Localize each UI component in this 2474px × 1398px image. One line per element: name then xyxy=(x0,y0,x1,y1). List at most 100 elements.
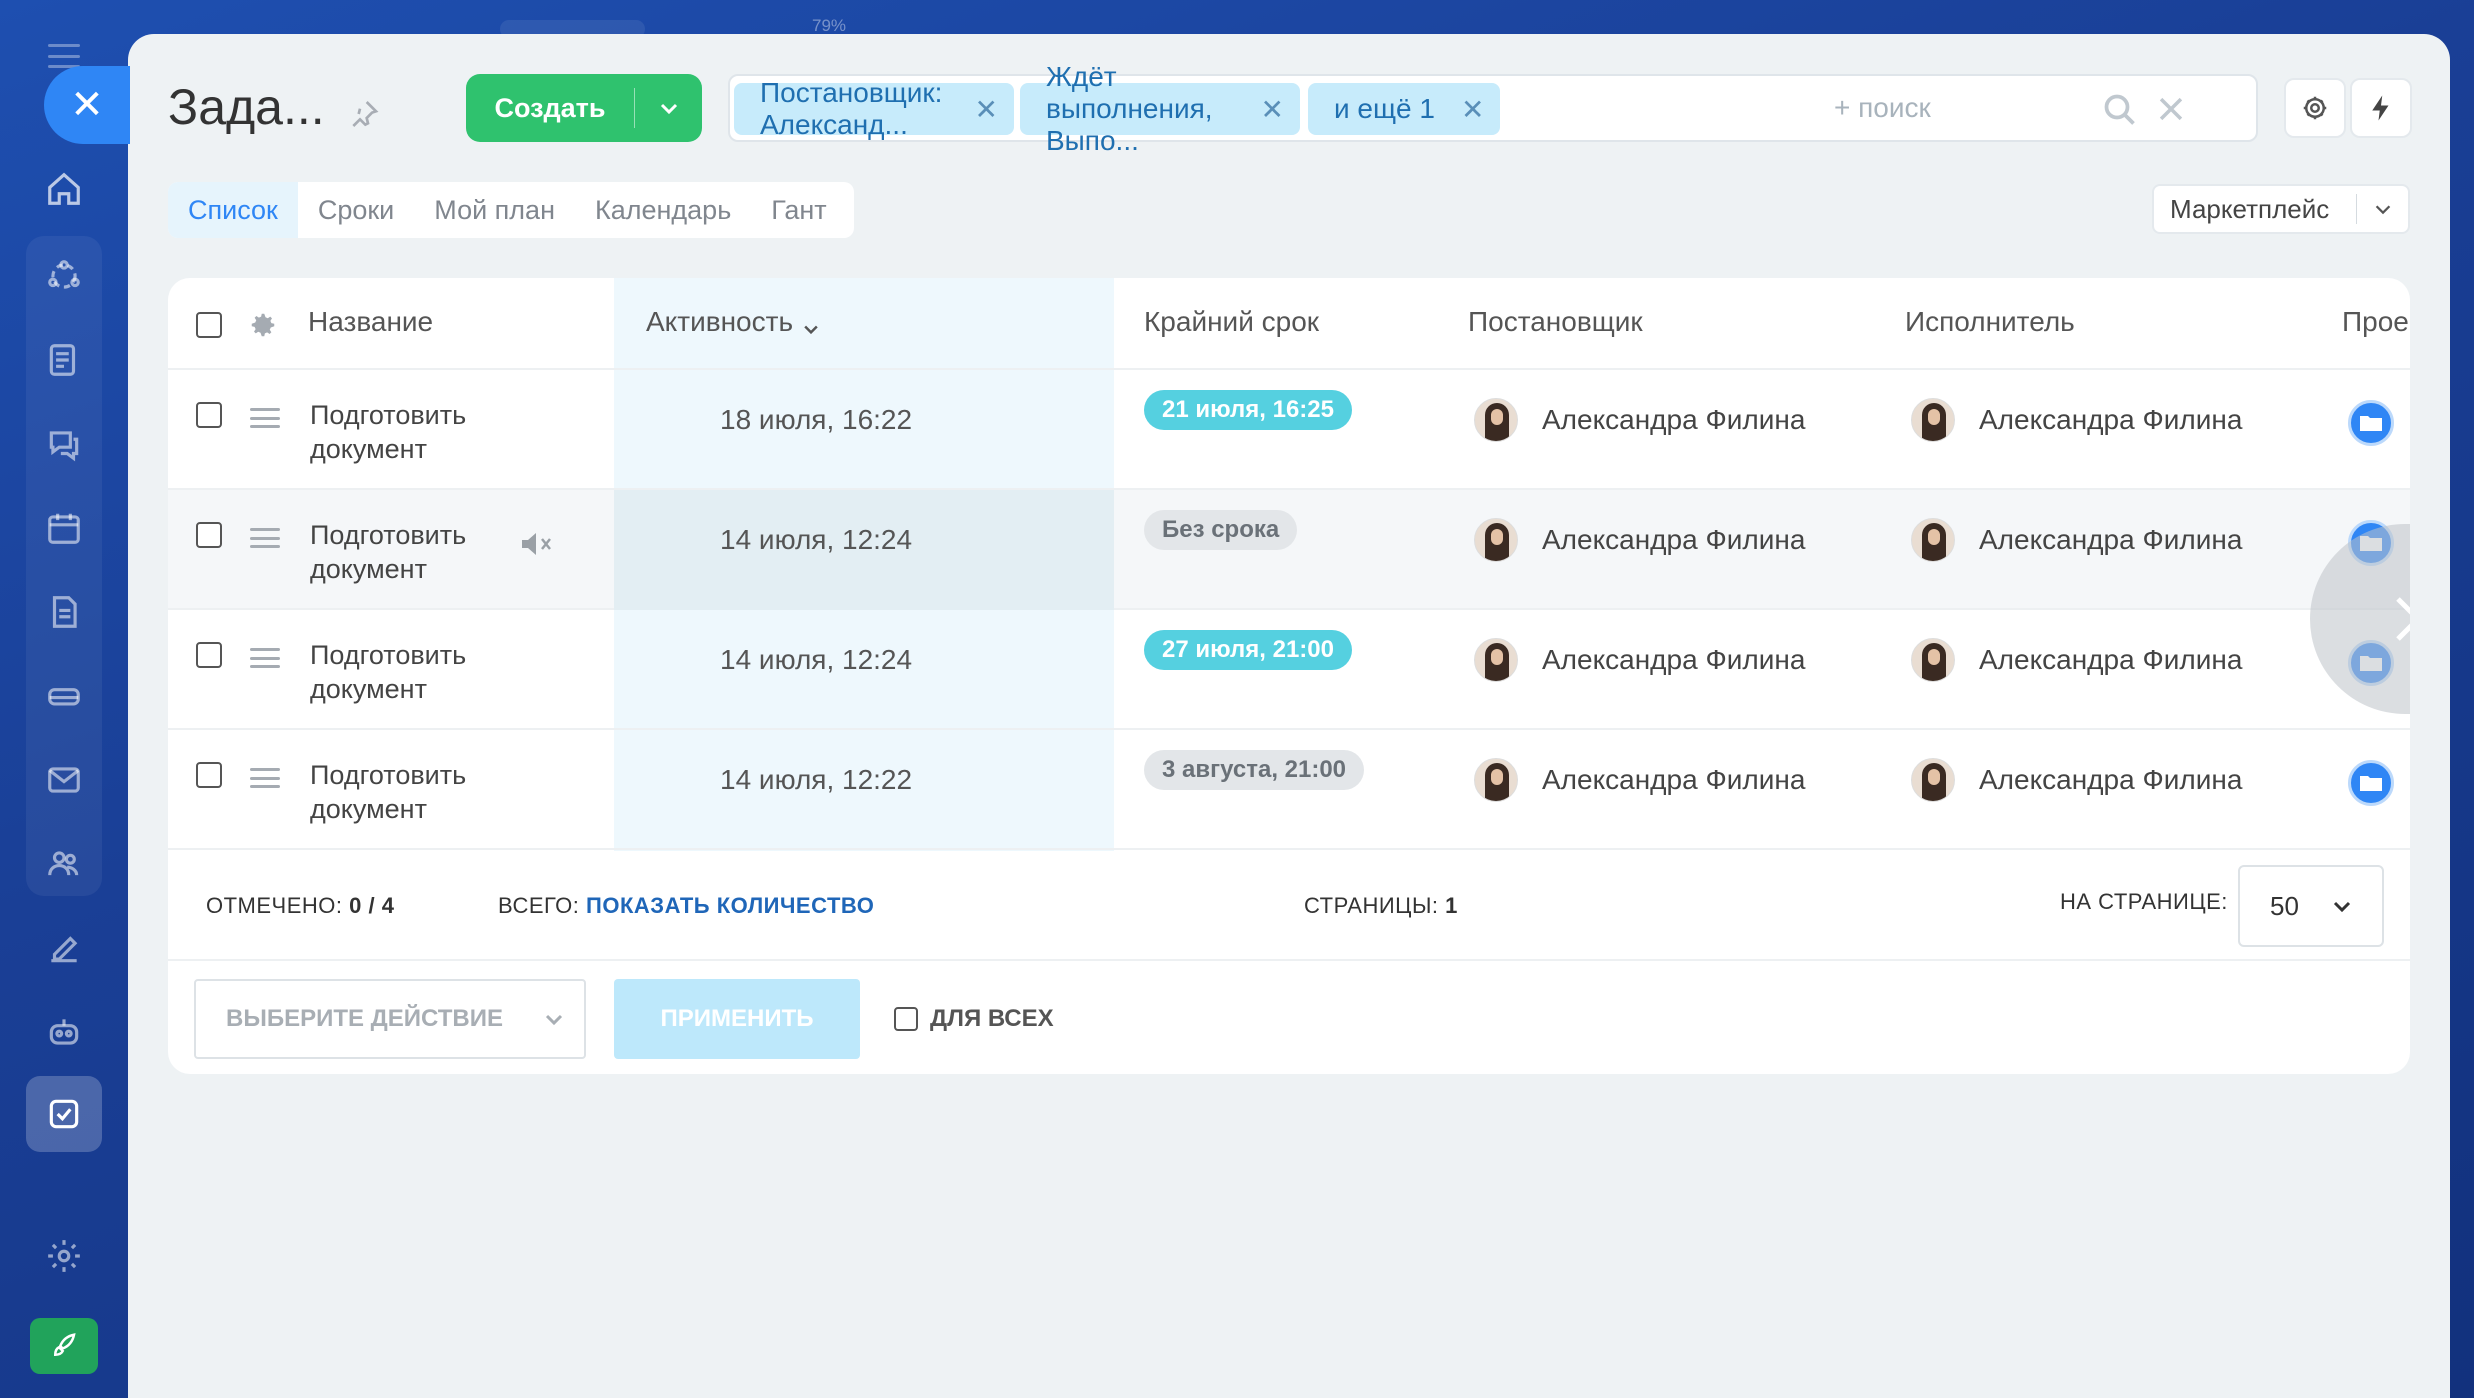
search-icon[interactable] xyxy=(2102,92,2138,128)
selected-label: ОТМЕЧЕНО: xyxy=(206,893,343,918)
table-row[interactable]: Подготовить документ 14 июля, 12:24 Без … xyxy=(168,490,2410,610)
creator-cell[interactable]: Александра Филина xyxy=(1474,398,1805,442)
task-activity: 14 июля, 12:22 xyxy=(720,764,913,795)
automation-button[interactable] xyxy=(2350,78,2412,138)
tab-my-plan[interactable]: Мой план xyxy=(414,182,575,238)
creator-cell[interactable]: Александра Филина xyxy=(1474,638,1805,682)
deadline-badge[interactable]: 21 июля, 16:25 xyxy=(1144,390,1352,430)
employees-icon[interactable] xyxy=(38,838,90,890)
clear-search-icon[interactable] xyxy=(2154,92,2188,126)
avatar xyxy=(1474,518,1518,562)
remove-filter-icon[interactable]: ✕ xyxy=(1261,93,1284,126)
marketplace-chevron-icon[interactable] xyxy=(2357,198,2408,220)
assignee-name[interactable]: Александра Филина xyxy=(1979,524,2242,556)
assignee-cell[interactable]: Александра Филина xyxy=(1911,518,2242,562)
selected-value: 0 / 4 xyxy=(349,893,395,918)
filter-bar[interactable]: Постановщик: Александ... ✕ Ждёт выполнен… xyxy=(728,61,2258,156)
tasks-icon[interactable] xyxy=(26,1076,102,1152)
column-header-activity[interactable]: Активность xyxy=(646,306,821,338)
column-header-deadline[interactable]: Крайний срок xyxy=(1144,306,1319,338)
feed-icon[interactable] xyxy=(38,334,90,386)
per-page-select[interactable]: 50 xyxy=(2238,865,2384,947)
settings-button[interactable] xyxy=(2284,78,2346,138)
project-folder-icon[interactable] xyxy=(2348,760,2394,806)
action-select[interactable]: ВЫБЕРИТЕ ДЕЙСТВИЕ xyxy=(194,979,586,1059)
assignee-name[interactable]: Александра Филина xyxy=(1979,404,2242,436)
settings-icon[interactable] xyxy=(38,1230,90,1282)
assignee-cell[interactable]: Александра Филина xyxy=(1911,398,2242,442)
deadline-badge[interactable]: 27 июля, 21:00 xyxy=(1144,630,1352,670)
assignee-cell[interactable]: Александра Филина xyxy=(1911,758,2242,802)
row-checkbox[interactable] xyxy=(196,522,222,548)
creator-name[interactable]: Александра Филина xyxy=(1542,404,1805,436)
rocket-icon[interactable] xyxy=(30,1318,98,1374)
table-row[interactable]: Подготовить документ 18 июля, 16:22 21 и… xyxy=(168,370,2410,490)
tab-list[interactable]: Список xyxy=(168,182,298,238)
row-checkbox[interactable] xyxy=(196,642,222,668)
task-name[interactable]: Подготовить документ xyxy=(310,638,510,706)
creator-name[interactable]: Александра Филина xyxy=(1542,644,1805,676)
creator-name[interactable]: Александра Филина xyxy=(1542,524,1805,556)
search-input[interactable]: + поиск xyxy=(1834,92,1931,124)
crm-icon[interactable] xyxy=(38,250,90,302)
column-header-assignee[interactable]: Исполнитель xyxy=(1905,306,2075,338)
drag-handle-icon[interactable] xyxy=(250,768,280,788)
assignee-cell[interactable]: Александра Филина xyxy=(1911,638,2242,682)
creator-cell[interactable]: Александра Филина xyxy=(1474,518,1805,562)
deadline-badge[interactable]: 3 августа, 21:00 xyxy=(1144,750,1365,790)
select-all-checkbox[interactable] xyxy=(196,312,222,338)
remove-filter-icon[interactable]: ✕ xyxy=(1461,93,1484,126)
task-name[interactable]: Подготовить документ xyxy=(310,398,510,466)
home-icon[interactable] xyxy=(38,163,90,215)
marketplace-button[interactable]: Маркетплейс xyxy=(2152,184,2410,234)
drag-handle-icon[interactable] xyxy=(250,648,280,668)
filter-chip-creator[interactable]: Постановщик: Александ... ✕ xyxy=(734,77,1014,140)
automation-icon[interactable] xyxy=(38,1006,90,1058)
muted-icon[interactable] xyxy=(520,530,554,558)
create-button[interactable]: Создать xyxy=(466,74,702,142)
marketplace-label: Маркетплейс xyxy=(2170,193,2330,224)
column-settings-gear-icon[interactable] xyxy=(248,310,278,340)
assignee-name[interactable]: Александра Филина xyxy=(1979,644,2242,676)
mail-icon[interactable] xyxy=(38,754,90,806)
table-row[interactable]: Подготовить документ 14 июля, 12:24 27 и… xyxy=(168,610,2410,730)
for-all-checkbox[interactable] xyxy=(894,1007,918,1031)
tab-deadlines[interactable]: Сроки xyxy=(298,182,414,238)
creator-name[interactable]: Александра Филина xyxy=(1542,764,1805,796)
calendar-icon[interactable] xyxy=(38,502,90,554)
filter-chip-more[interactable]: и ещё 1 ✕ xyxy=(1308,83,1501,135)
tasks-panel: Зада... Создать Постановщик: Александ...… xyxy=(128,34,2450,1398)
column-header-creator[interactable]: Постановщик xyxy=(1468,306,1643,338)
drag-handle-icon[interactable] xyxy=(250,528,280,548)
tab-calendar[interactable]: Календарь xyxy=(575,182,751,238)
filter-chip-status[interactable]: Ждёт выполнения, Выпо... ✕ xyxy=(1020,61,1300,156)
column-header-project[interactable]: Прое xyxy=(2342,306,2409,338)
drive-icon[interactable] xyxy=(38,670,90,722)
row-checkbox[interactable] xyxy=(196,762,222,788)
pages-value: 1 xyxy=(1445,893,1458,918)
drag-handle-icon[interactable] xyxy=(250,408,280,428)
task-name[interactable]: Подготовить документ xyxy=(310,518,510,586)
deadline-badge[interactable]: Без срока xyxy=(1144,510,1298,550)
menu-icon[interactable] xyxy=(48,44,80,68)
sign-icon[interactable] xyxy=(38,922,90,974)
row-checkbox[interactable] xyxy=(196,402,222,428)
chat-icon[interactable] xyxy=(38,418,90,470)
pin-icon[interactable] xyxy=(348,98,380,130)
apply-button[interactable]: ПРИМЕНИТЬ xyxy=(614,979,860,1059)
table-row[interactable]: Подготовить документ 14 июля, 12:22 3 ав… xyxy=(168,730,2410,850)
creator-cell[interactable]: Александра Филина xyxy=(1474,758,1805,802)
column-header-name[interactable]: Название xyxy=(308,306,433,338)
for-all-option[interactable]: ДЛЯ ВСЕХ xyxy=(894,1005,1054,1033)
per-page-value: 50 xyxy=(2270,890,2299,921)
tab-gantt[interactable]: Гант xyxy=(751,182,846,238)
document-icon[interactable] xyxy=(38,586,90,638)
assignee-name[interactable]: Александра Филина xyxy=(1979,764,2242,796)
remove-filter-icon[interactable]: ✕ xyxy=(975,93,998,126)
show-count-link[interactable]: ПОКАЗАТЬ КОЛИЧЕСТВО xyxy=(586,893,874,918)
create-dropdown-chevron-icon[interactable] xyxy=(635,96,702,120)
project-folder-icon[interactable] xyxy=(2348,400,2394,446)
total-label: ВСЕГО: xyxy=(498,893,580,918)
close-slider-button[interactable]: ✕ xyxy=(44,66,130,144)
task-name[interactable]: Подготовить документ xyxy=(310,758,510,826)
